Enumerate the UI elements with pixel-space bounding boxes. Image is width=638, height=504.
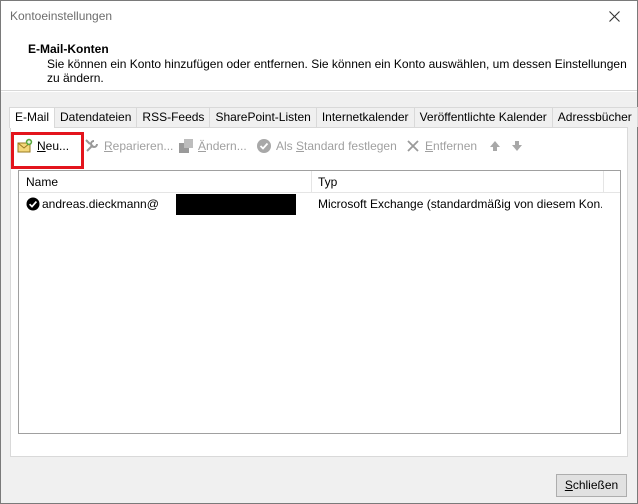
tab-published-calendars[interactable]: Veröffentlichte Kalender — [413, 107, 553, 127]
remove-button[interactable]: Entfernen — [405, 133, 477, 159]
repair-button[interactable]: Reparieren... — [84, 133, 173, 159]
move-up-button[interactable] — [487, 133, 507, 159]
account-name: andreas.dieckmann@ — [42, 197, 159, 211]
tab-internet-calendars[interactable]: Internetkalender — [315, 107, 415, 127]
close-button[interactable]: Schließen — [556, 474, 627, 497]
new-label: eu... — [45, 139, 70, 153]
account-list: Name Typ andreas.dieckmann@ Microsoft Ex… — [18, 170, 621, 434]
set-default-button[interactable]: Als Standard festlegen — [256, 133, 397, 159]
default-account-check-icon — [26, 197, 40, 211]
section-title: E-Mail-Konten — [28, 42, 109, 56]
title-bar: Kontoeinstellungen — [1, 1, 637, 31]
list-header: Name Typ — [19, 171, 620, 193]
new-account-button[interactable]: Neu... — [17, 133, 69, 159]
remove-x-icon — [407, 140, 419, 152]
change-icon — [179, 139, 193, 153]
dialog-body: E-Mail Datendateien RSS-Feeds SharePoint… — [1, 92, 638, 503]
arrow-up-icon — [490, 141, 500, 151]
set-default-label-pre: Als — [276, 139, 297, 153]
tab-rss-feeds[interactable]: RSS-Feeds — [136, 107, 211, 127]
close-label: chließen — [572, 478, 619, 492]
account-settings-dialog: Kontoeinstellungen E-Mail-Konten Sie kön… — [0, 0, 638, 504]
section-description: Sie können ein Konto hinzufügen oder ent… — [47, 57, 627, 85]
change-label: ndern... — [206, 139, 247, 153]
tab-sharepoint-lists[interactable]: SharePoint-Listen — [209, 107, 317, 127]
set-default-label-accel: S — [296, 139, 305, 153]
dialog-header: E-Mail-Konten Sie können ein Konto hinzu… — [1, 31, 637, 91]
column-header-name[interactable]: Name — [19, 171, 58, 193]
table-row[interactable]: andreas.dieckmann@ Microsoft Exchange (s… — [19, 194, 620, 215]
arrow-down-icon — [512, 141, 522, 151]
remove-label: ntfernen — [433, 139, 478, 153]
new-label-accel: N — [37, 139, 46, 153]
tab-address-books[interactable]: Adressbücher — [551, 107, 638, 127]
email-tab-panel: Neu... Reparieren... Ändern... Als Stand… — [10, 127, 628, 457]
change-label-accel: Ä — [198, 139, 207, 153]
close-window-button[interactable] — [591, 1, 637, 31]
new-account-icon — [17, 138, 33, 153]
column-header-type[interactable]: Typ — [311, 171, 337, 193]
set-default-label: tandard festlegen — [304, 139, 397, 153]
wrench-icon — [85, 139, 98, 152]
tab-email[interactable]: E-Mail — [9, 107, 56, 128]
repair-label: eparieren... — [112, 139, 174, 153]
change-button[interactable]: Ändern... — [178, 133, 247, 159]
move-down-button[interactable] — [509, 133, 529, 159]
column-separator[interactable] — [603, 171, 604, 193]
redaction-bar — [176, 194, 296, 215]
tab-strip: E-Mail Datendateien RSS-Feeds SharePoint… — [9, 107, 638, 128]
close-icon — [608, 10, 620, 22]
repair-label-accel: R — [104, 139, 113, 153]
tab-data-files[interactable]: Datendateien — [54, 107, 138, 127]
checkmark-icon — [257, 139, 271, 153]
account-toolbar: Neu... Reparieren... Ändern... Als Stand… — [11, 133, 611, 159]
account-type: Microsoft Exchange (standardmäßig von di… — [318, 197, 602, 211]
window-title: Kontoeinstellungen — [10, 9, 113, 23]
remove-label-accel: E — [425, 139, 434, 153]
close-label-accel: S — [564, 478, 573, 492]
